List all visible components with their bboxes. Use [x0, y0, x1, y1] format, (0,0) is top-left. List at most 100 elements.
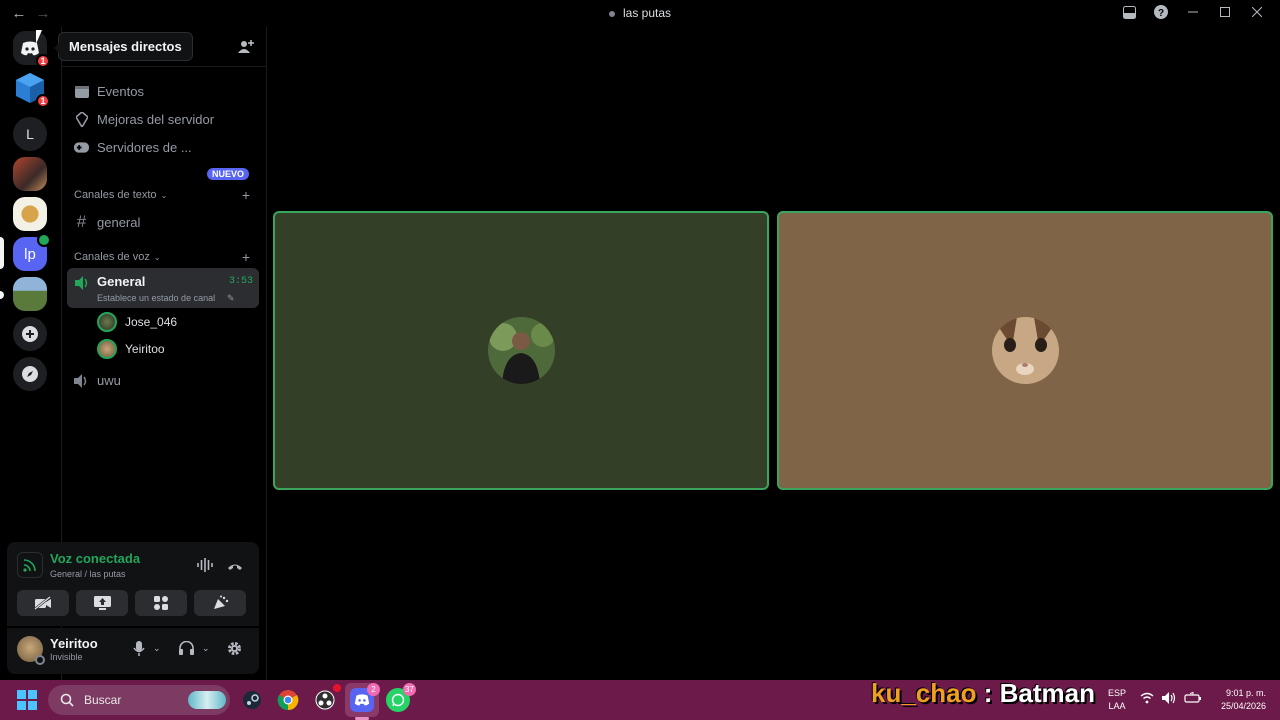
- language-layout: LAA: [1108, 701, 1126, 711]
- noise-suppression-icon[interactable]: [197, 558, 213, 575]
- server-L-button[interactable]: L: [13, 117, 47, 151]
- channel-general[interactable]: # general: [74, 212, 141, 232]
- inbox-icon[interactable]: [1122, 5, 1136, 19]
- nav-events-label: Eventos: [97, 83, 144, 99]
- channel-general-label: general: [97, 214, 141, 230]
- voice-channel-timer: 3:53: [228, 276, 253, 287]
- unread-pill: [0, 291, 4, 299]
- discover-button[interactable]: [13, 357, 47, 391]
- voice-user[interactable]: Jose_046: [97, 312, 177, 332]
- chevron-down-icon[interactable]: ⌄: [153, 643, 161, 654]
- voice-user[interactable]: Yeiritoo: [97, 339, 165, 359]
- discord-taskbar-icon[interactable]: 2: [350, 683, 380, 712]
- voice-connected-subtitle[interactable]: General / las putas: [50, 569, 126, 579]
- user-name[interactable]: Yeiritoo: [50, 636, 98, 651]
- taskbar-clock[interactable]: 9:01 p. m. 25/04/2026: [1221, 687, 1266, 713]
- screen-share-button[interactable]: [76, 590, 128, 616]
- compass-icon: [22, 366, 38, 382]
- battery-icon[interactable]: [1184, 691, 1202, 707]
- calendar-icon: [74, 84, 89, 99]
- chat-separator: :: [983, 678, 993, 708]
- stream-chat-overlay: ku_chao : Batman: [871, 678, 1095, 709]
- chat-username: ku_chao: [871, 678, 977, 708]
- obs-icon[interactable]: [313, 684, 341, 712]
- voice-channel-uwu[interactable]: uwu: [74, 373, 121, 388]
- chrome-icon[interactable]: [276, 688, 300, 712]
- whatsapp-notification-badge: 37: [403, 683, 416, 696]
- participant-tile[interactable]: [273, 211, 769, 490]
- discord-notification-badge: 2: [367, 683, 380, 696]
- help-icon[interactable]: ?: [1154, 5, 1168, 19]
- settings-button[interactable]: [227, 641, 242, 656]
- close-icon[interactable]: [1250, 5, 1264, 19]
- server-photo-2-button[interactable]: [13, 277, 47, 311]
- add-text-channel-icon[interactable]: +: [242, 187, 250, 203]
- nav-server-boosts[interactable]: Mejoras del servidor: [74, 106, 214, 132]
- window-title: las putas: [622, 6, 672, 20]
- minimize-icon[interactable]: [1186, 5, 1200, 19]
- notification-badge: 1: [36, 94, 50, 108]
- selected-server-pill: [0, 237, 4, 269]
- nav-servers-label: Servidores de ...: [97, 139, 192, 155]
- voice-channel-general[interactable]: General Establece un estado de canal ✎ 3…: [67, 268, 259, 308]
- server-burger-button[interactable]: [13, 197, 47, 231]
- add-voice-channel-icon[interactable]: +: [242, 249, 250, 265]
- search-highlight-image: [188, 691, 226, 709]
- activities-button[interactable]: [135, 590, 187, 616]
- server-icon: [608, 10, 615, 17]
- voice-activity-icon: [37, 233, 51, 247]
- server-blue-button[interactable]: 1: [13, 71, 50, 108]
- pencil-icon[interactable]: ✎: [227, 293, 235, 304]
- nav-server-boosts-label: Mejoras del servidor: [97, 111, 215, 127]
- avatar: [97, 339, 117, 359]
- clock-date: 25/04/2026: [1220, 701, 1266, 711]
- voice-user-name: Yeiritoo: [125, 342, 165, 356]
- keyboard-language[interactable]: ESP LAA: [1108, 687, 1126, 713]
- user-panel: Yeiritoo Invisible ⌄ ⌄: [7, 628, 259, 674]
- camera-off-icon: [34, 596, 51, 610]
- boost-icon: [74, 111, 89, 127]
- volume-icon[interactable]: [1162, 692, 1176, 707]
- camera-toggle-button[interactable]: [17, 590, 69, 616]
- add-server-button[interactable]: [13, 317, 47, 351]
- server-lp-button[interactable]: lp: [13, 233, 51, 271]
- nav-events[interactable]: Eventos: [74, 78, 144, 104]
- whatsapp-icon[interactable]: 37: [386, 683, 416, 712]
- gear-icon: [228, 642, 241, 655]
- svg-text:?: ?: [1158, 8, 1164, 19]
- soundboard-button[interactable]: [194, 590, 246, 616]
- participant-avatar: [992, 317, 1059, 384]
- headphones-button[interactable]: ⌄: [179, 641, 210, 655]
- server-photo-1-button[interactable]: [13, 157, 47, 191]
- mouse-cursor: [36, 30, 42, 44]
- tooltip: Mensajes directos: [54, 32, 193, 61]
- participant-tile[interactable]: [777, 211, 1273, 490]
- maximize-icon[interactable]: [1218, 5, 1232, 19]
- chevron-down-icon: ⌄: [153, 252, 161, 262]
- windows-start-icon[interactable]: [17, 690, 37, 710]
- add-friend-icon[interactable]: [238, 39, 254, 55]
- avatar: [97, 312, 117, 332]
- voice-channel-name: General: [97, 274, 146, 289]
- wifi-icon[interactable]: [1140, 692, 1154, 707]
- nav-servers[interactable]: Servidores de ...: [74, 134, 192, 160]
- headphones-icon: [179, 641, 194, 655]
- steam-icon[interactable]: [240, 688, 264, 712]
- disconnect-icon[interactable]: [227, 558, 243, 574]
- chevron-down-icon[interactable]: ⌄: [202, 643, 210, 654]
- microphone-button[interactable]: ⌄: [133, 641, 161, 656]
- microphone-icon: [133, 641, 145, 656]
- voice-channels-label: Canales de voz: [74, 251, 150, 263]
- voice-channel-uwu-label: uwu: [97, 373, 121, 388]
- notification-badge: 1: [36, 54, 50, 68]
- text-channels-category[interactable]: Canales de texto ⌄: [74, 189, 167, 201]
- soundboard-icon: [213, 595, 228, 609]
- voice-channels-category[interactable]: Canales de voz ⌄: [74, 251, 161, 263]
- signal-icon[interactable]: [17, 552, 43, 578]
- server-lp-initial: lp: [24, 245, 36, 263]
- taskbar-search[interactable]: Buscar: [48, 685, 230, 715]
- plus-circle-icon: [22, 326, 38, 342]
- voice-channel-status[interactable]: Establece un estado de canal: [97, 293, 215, 303]
- new-badge: NUEVO: [207, 168, 250, 180]
- text-channels-label: Canales de texto: [74, 189, 157, 201]
